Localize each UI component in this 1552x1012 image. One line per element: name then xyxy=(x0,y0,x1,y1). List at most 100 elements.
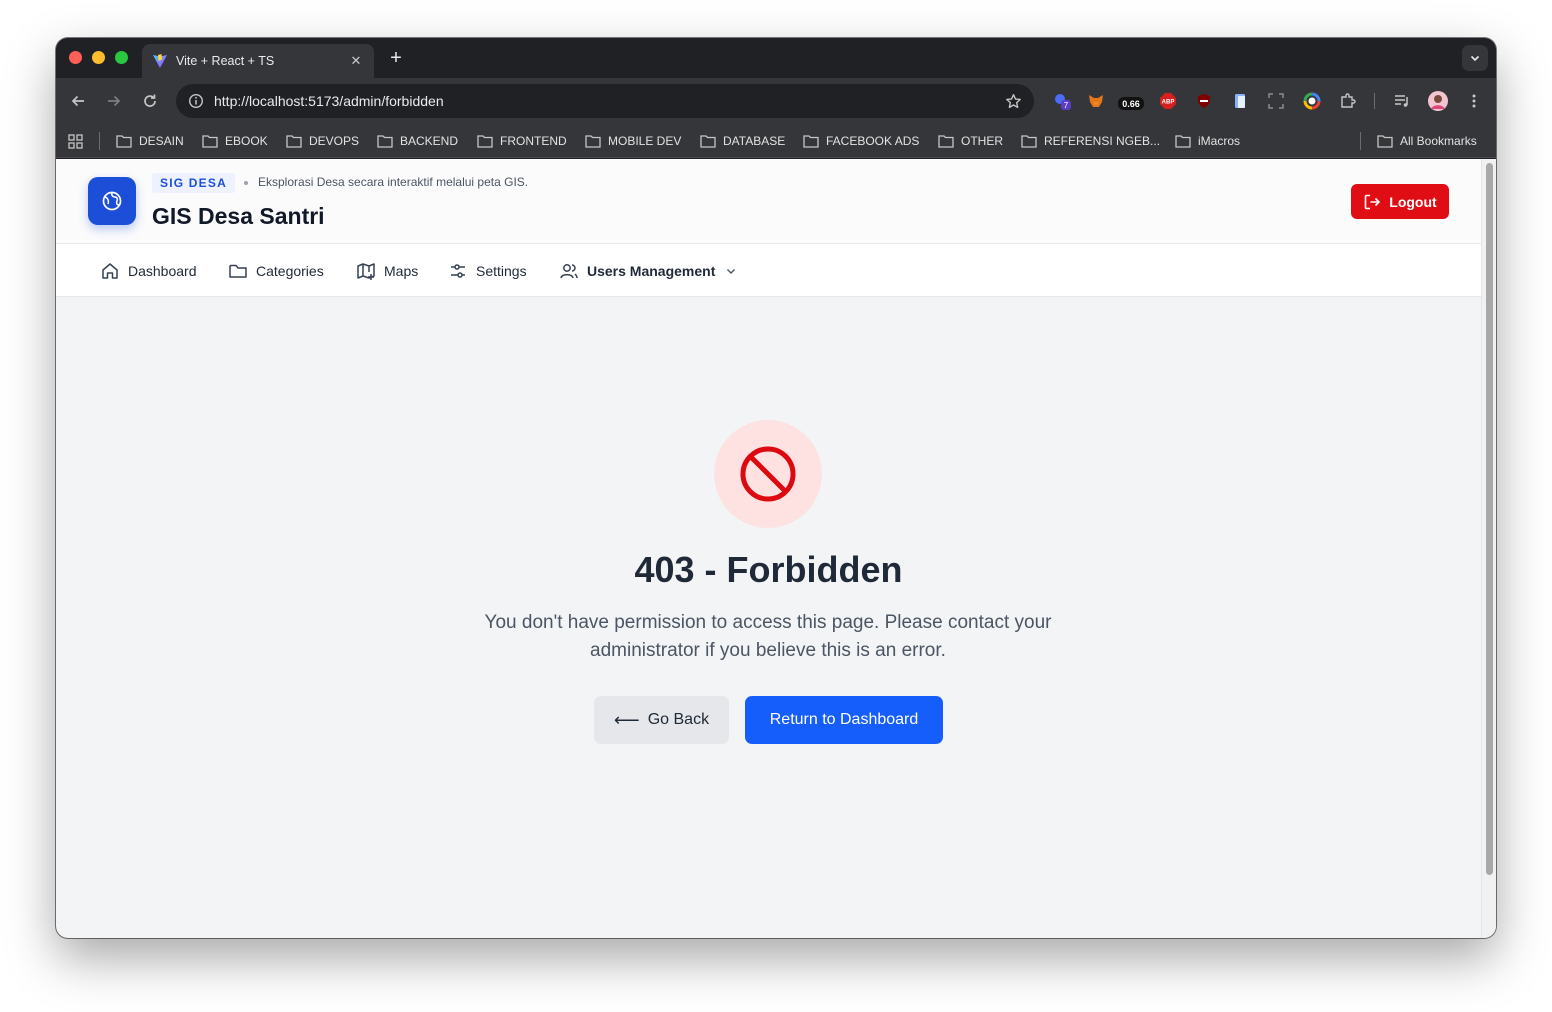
bookmark-label: FRONTEND xyxy=(500,134,567,148)
bookmarks-bar: DESAIN EBOOK DEVOPS BACKEND FRONTEND MOB… xyxy=(56,124,1496,158)
forward-button[interactable] xyxy=(103,90,125,112)
bookmark-folder[interactable]: MOBILE DEV xyxy=(585,133,681,149)
app-logo[interactable] xyxy=(88,177,136,225)
app-tagline: Eksplorasi Desa secara interaktif melalu… xyxy=(258,175,529,189)
tab-search-button[interactable] xyxy=(1462,45,1488,71)
bookmark-label: OTHER xyxy=(961,134,1003,148)
logout-label: Logout xyxy=(1389,193,1437,210)
bookmarks-divider xyxy=(99,132,100,150)
logout-button[interactable]: Logout xyxy=(1351,184,1449,219)
nav-item-maps[interactable]: Maps xyxy=(356,260,418,282)
return-to-dashboard-button[interactable]: Return to Dashboard xyxy=(745,696,943,744)
map-icon xyxy=(357,263,375,280)
url-text[interactable]: http://localhost:5173/admin/forbidden xyxy=(214,93,1005,109)
scrollbar-thumb[interactable] xyxy=(1486,163,1493,875)
return-to-dashboard-label: Return to Dashboard xyxy=(769,711,919,728)
nav-label: Users Management xyxy=(587,263,716,279)
extension-badge-button[interactable]: 7 xyxy=(1052,91,1072,111)
bookmark-label: EBOOK xyxy=(225,134,268,148)
folder-icon xyxy=(477,135,493,148)
adblock-plus-icon: ABP xyxy=(1160,93,1176,109)
tab-strip: Vite + React + TS ✕ + xyxy=(56,38,1496,78)
profile-button[interactable] xyxy=(1428,91,1448,111)
all-bookmarks-button[interactable]: All Bookmarks xyxy=(1377,133,1477,149)
nav-item-categories[interactable]: Categories xyxy=(228,260,324,282)
bookmarks-divider xyxy=(1360,132,1361,150)
folder-icon xyxy=(116,135,132,148)
bookmark-label: DESAIN xyxy=(139,134,184,148)
bookmark-folder[interactable]: FACEBOOK ADS xyxy=(803,133,919,149)
extension-badge-count: 7 xyxy=(1064,101,1069,110)
bookmark-folder[interactable]: BACKEND xyxy=(377,133,458,149)
bookmark-label: FACEBOOK ADS xyxy=(826,134,920,148)
toolbar-divider xyxy=(1374,93,1375,109)
docs-extension-button[interactable] xyxy=(1230,91,1250,111)
metamask-extension-button[interactable] xyxy=(1086,91,1106,111)
bookmark-folder[interactable]: EBOOK xyxy=(202,133,268,149)
forbidden-icon-circle xyxy=(714,420,822,528)
bookmark-folder[interactable]: iMacros xyxy=(1175,133,1240,149)
go-back-label: Go Back xyxy=(647,711,710,728)
minimize-window-button[interactable] xyxy=(92,51,105,64)
shield-red-icon xyxy=(1198,94,1210,108)
back-button[interactable] xyxy=(67,90,89,112)
address-bar[interactable]: http://localhost:5173/admin/forbidden xyxy=(176,84,1034,118)
tab-close-icon[interactable]: ✕ xyxy=(348,53,364,69)
all-bookmarks-label: All Bookmarks xyxy=(1400,134,1477,148)
color-wheel-icon xyxy=(1303,92,1321,110)
nav-label: Settings xyxy=(476,263,527,279)
bookmark-folder[interactable]: DATABASE xyxy=(700,133,785,149)
apps-button[interactable] xyxy=(68,133,90,149)
maximize-window-button[interactable] xyxy=(115,51,128,64)
nav-label: Maps xyxy=(384,263,419,279)
apps-grid-icon xyxy=(68,133,83,149)
users-icon xyxy=(560,264,578,279)
forbidden-content: 403 - Forbidden You don't have permissio… xyxy=(56,297,1481,938)
folder-icon xyxy=(229,264,247,278)
adblock-extension-button[interactable]: ABP xyxy=(1158,91,1178,111)
nav-label: Categories xyxy=(256,263,324,279)
nav-item-dashboard[interactable]: Dashboard xyxy=(100,260,197,282)
info-icon[interactable] xyxy=(188,93,204,109)
bookmark-label: iMacros xyxy=(1198,134,1241,148)
bookmark-folder[interactable]: REFERENSI NGEB... xyxy=(1021,133,1160,149)
separator-dot xyxy=(244,181,248,185)
folder-icon xyxy=(1175,135,1191,148)
nav-item-users-management[interactable]: Users Management xyxy=(559,260,737,282)
new-tab-button[interactable]: + xyxy=(384,47,408,70)
nav-label: Dashboard xyxy=(128,263,197,279)
bookmark-label: DATABASE xyxy=(723,134,786,148)
media-controls-button[interactable] xyxy=(1392,91,1412,111)
chevron-down-icon xyxy=(727,269,736,274)
bookmark-label: DEVOPS xyxy=(309,134,360,148)
arrow-right-icon xyxy=(108,95,121,107)
browser-tab-active[interactable]: Vite + React + TS ✕ xyxy=(142,44,374,78)
browser-menu-button[interactable] xyxy=(1464,91,1484,111)
page-scrollbar[interactable] xyxy=(1481,159,1496,938)
screenshot-extension-button[interactable] xyxy=(1266,91,1286,111)
bookmark-folder[interactable]: OTHER xyxy=(938,133,1003,149)
bookmark-folder[interactable]: DEVOPS xyxy=(286,133,359,149)
page-title: GIS Desa Santri xyxy=(152,203,325,229)
extensions-menu-button[interactable] xyxy=(1338,91,1358,111)
timer-extension-button[interactable]: 0.66 xyxy=(1116,91,1146,111)
folder-icon xyxy=(700,135,716,148)
close-window-button[interactable] xyxy=(69,51,82,64)
nav-item-settings[interactable]: Settings xyxy=(448,260,527,282)
star-icon[interactable] xyxy=(1005,93,1022,110)
ublock-extension-button[interactable] xyxy=(1194,91,1214,111)
timer-extension-value: 0.66 xyxy=(1122,99,1140,109)
bookmark-folder[interactable]: DESAIN xyxy=(116,133,184,149)
bookmark-folder[interactable]: FRONTEND xyxy=(477,133,567,149)
reload-button[interactable] xyxy=(139,90,161,112)
folder-icon xyxy=(1377,135,1393,148)
bookmark-label: MOBILE DEV xyxy=(608,134,682,148)
arrow-left-icon: ⟵ xyxy=(613,709,640,730)
color-extension-button[interactable] xyxy=(1302,91,1322,111)
avatar xyxy=(1428,91,1448,111)
folder-icon xyxy=(803,135,819,148)
adblock-label: ABP xyxy=(1162,100,1175,106)
go-back-button[interactable]: ⟵ Go Back xyxy=(594,696,729,744)
sliders-icon xyxy=(451,264,465,278)
chevron-down-icon xyxy=(1470,55,1480,62)
